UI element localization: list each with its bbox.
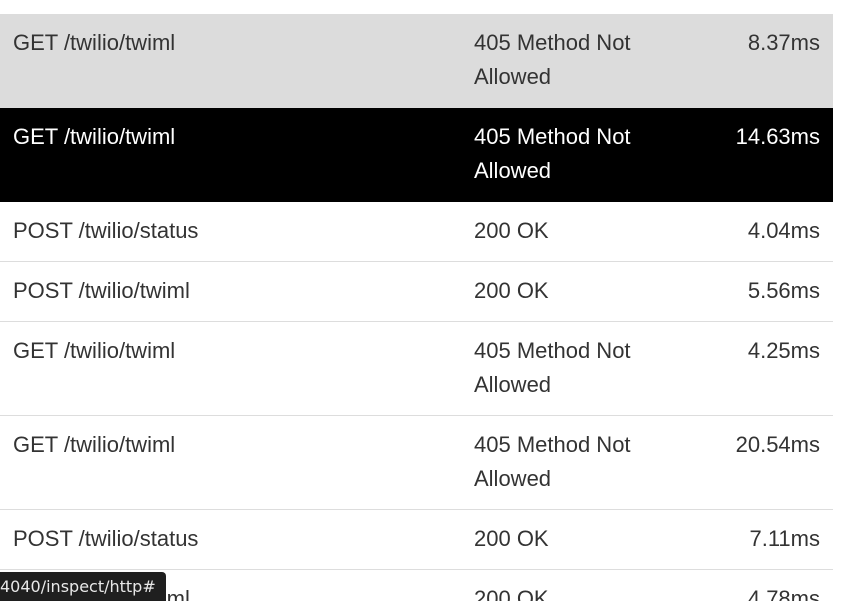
- response-duration: 14.63ms: [735, 124, 820, 149]
- request-table: GET /twilio/twiml 405 Method Not Allowed…: [0, 14, 833, 601]
- response-status: 200 OK: [474, 218, 549, 243]
- request-method-path: GET /twilio/twiml: [13, 124, 176, 149]
- response-duration: 4.25ms: [747, 338, 820, 363]
- request-method-path: GET /twilio/twiml: [13, 432, 176, 457]
- table-row[interactable]: GET /twilio/twiml 405 Method Not Allowed…: [0, 416, 833, 510]
- table-row[interactable]: GET /twilio/twiml 405 Method Not Allowed…: [0, 322, 833, 416]
- response-status: 405 Method Not Allowed: [474, 338, 631, 397]
- table-row[interactable]: POST /twilio/status 200 OK 7.11ms: [0, 510, 833, 570]
- table-row[interactable]: POST /twilio/status 200 OK 4.04ms: [0, 202, 833, 262]
- request-list-viewport: GET /twilio/twiml 405 Method Not Allowed…: [0, 0, 847, 601]
- response-status: 200 OK: [474, 586, 549, 601]
- response-duration: 7.11ms: [749, 526, 820, 551]
- request-method-path: GET /twilio/twiml: [13, 30, 176, 55]
- table-row[interactable]: POST /twilio/twiml 200 OK 5.56ms: [0, 262, 833, 322]
- response-duration: 20.54ms: [735, 432, 820, 457]
- link-preview-tooltip: 4040/inspect/http#: [0, 572, 166, 601]
- response-duration: 4.78ms: [747, 586, 820, 601]
- table-row[interactable]: GET /twilio/twiml 405 Method Not Allowed…: [0, 108, 833, 202]
- response-status: 405 Method Not Allowed: [474, 30, 631, 89]
- response-status: 405 Method Not Allowed: [474, 432, 631, 491]
- request-method-path: POST /twilio/twiml: [13, 278, 190, 303]
- request-method-path: POST /twilio/status: [13, 218, 199, 243]
- response-duration: 4.04ms: [747, 218, 820, 243]
- response-status: 200 OK: [474, 278, 549, 303]
- response-duration: 5.56ms: [747, 278, 820, 303]
- table-row[interactable]: GET /twilio/twiml 405 Method Not Allowed…: [0, 14, 833, 108]
- response-status: 405 Method Not Allowed: [474, 124, 631, 183]
- response-duration: 8.37ms: [747, 30, 820, 55]
- response-status: 200 OK: [474, 526, 549, 551]
- request-method-path: POST /twilio/status: [13, 526, 199, 551]
- request-method-path: GET /twilio/twiml: [13, 338, 176, 363]
